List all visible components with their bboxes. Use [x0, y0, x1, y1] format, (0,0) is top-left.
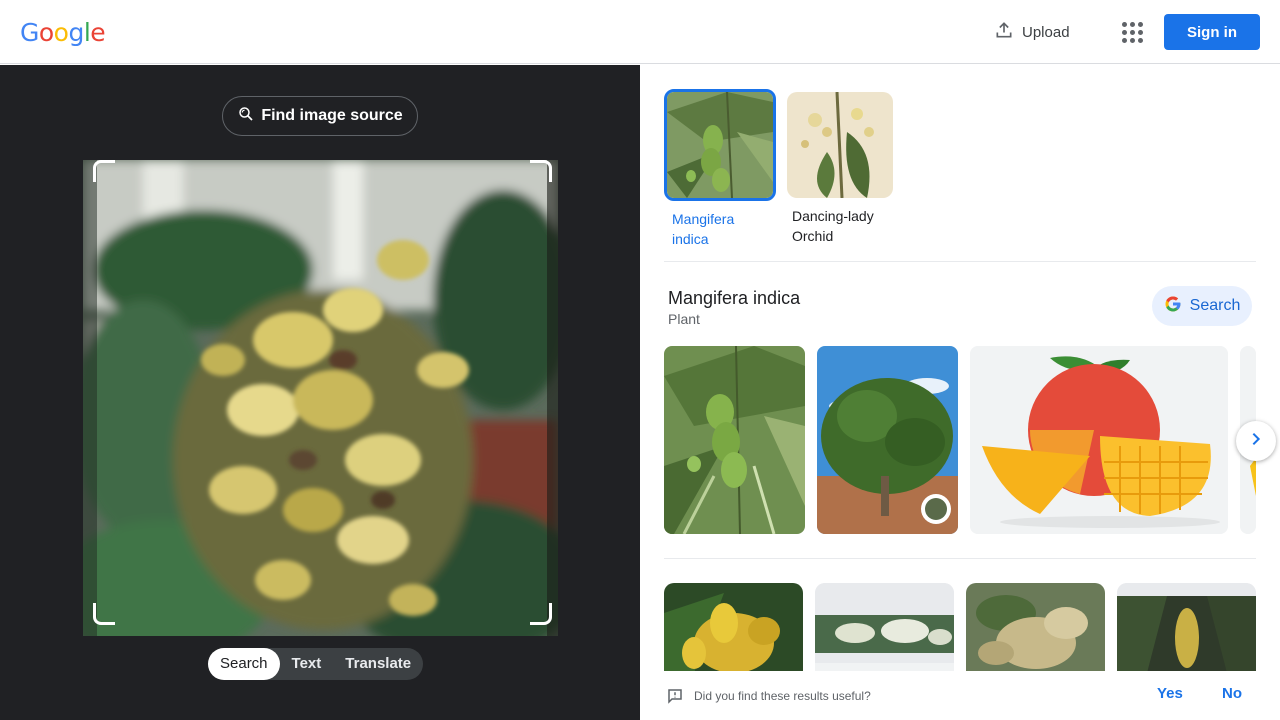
sign-in-button[interactable]: Sign in: [1164, 14, 1260, 50]
crop-handle-top-left[interactable]: [93, 160, 115, 182]
match-label: Dancing-lady Orchid: [792, 208, 874, 244]
feedback-bar: Did you find these results useful? Yes N…: [640, 671, 1280, 720]
find-image-source-button[interactable]: Find image source: [222, 96, 418, 136]
crop-handle-bottom-left[interactable]: [93, 603, 115, 625]
match-thumbnail: [787, 92, 893, 198]
tab-search[interactable]: Search: [208, 648, 280, 680]
image-preview-panel: Find image source Search Text Translate: [0, 65, 640, 720]
visual-match-result[interactable]: [664, 583, 803, 673]
divider: [664, 558, 1256, 559]
apps-grid-icon[interactable]: [1116, 16, 1148, 48]
divider: [664, 261, 1256, 262]
upload-button[interactable]: Upload: [988, 16, 1076, 48]
chevron-right-icon: [1248, 431, 1264, 452]
match-label: Mangifera indica: [672, 211, 735, 247]
tab-text[interactable]: Text: [280, 648, 334, 680]
feedback-no-button[interactable]: No: [1222, 685, 1242, 702]
google-search-label: Search: [1189, 297, 1241, 314]
entity-image-card[interactable]: [970, 346, 1228, 534]
google-logo[interactable]: Google: [20, 18, 106, 47]
crop-handle-top-right[interactable]: [530, 160, 552, 182]
feedback-yes-button[interactable]: Yes: [1157, 685, 1183, 702]
logo-letter: G: [20, 18, 39, 47]
match-chip-mangifera[interactable]: Mangifera indica: [664, 89, 776, 249]
entity-subtitle: Plant: [668, 311, 700, 327]
google-g-icon: [1164, 295, 1182, 318]
upload-icon: [994, 20, 1014, 44]
entity-image-card[interactable]: [817, 346, 958, 534]
find-image-source-label: Find image source: [261, 107, 403, 124]
lens-search-icon: [237, 105, 255, 128]
feedback-question: Did you find these results useful?: [694, 689, 871, 703]
logo-letter: g: [68, 18, 84, 47]
visual-match-result[interactable]: [1117, 583, 1256, 673]
mode-tabs: Search Text Translate: [208, 648, 424, 680]
feedback-icon: [666, 687, 684, 710]
upload-label: Upload: [1022, 23, 1070, 41]
logo-letter: o: [53, 18, 69, 47]
google-search-button[interactable]: Search: [1152, 286, 1252, 326]
carousel-next-button[interactable]: [1236, 421, 1276, 461]
tab-translate[interactable]: Translate: [333, 648, 423, 680]
entity-image-card[interactable]: [664, 346, 805, 534]
results-panel: Mangifera indica Dancing-lady Orchid Man…: [640, 65, 1280, 720]
visual-match-result[interactable]: [815, 583, 954, 673]
entity-title: Mangifera indica: [668, 288, 801, 308]
uploaded-image: [83, 160, 558, 636]
crop-handle-bottom-right[interactable]: [530, 603, 552, 625]
match-thumbnail: [664, 89, 776, 201]
visual-match-result[interactable]: [966, 583, 1105, 673]
logo-letter: o: [38, 18, 54, 47]
top-bar: Google Upload Sign in: [0, 0, 1280, 64]
logo-letter: e: [90, 18, 106, 47]
match-chip-dancing-lady-orchid[interactable]: Dancing-lady Orchid: [784, 89, 896, 246]
